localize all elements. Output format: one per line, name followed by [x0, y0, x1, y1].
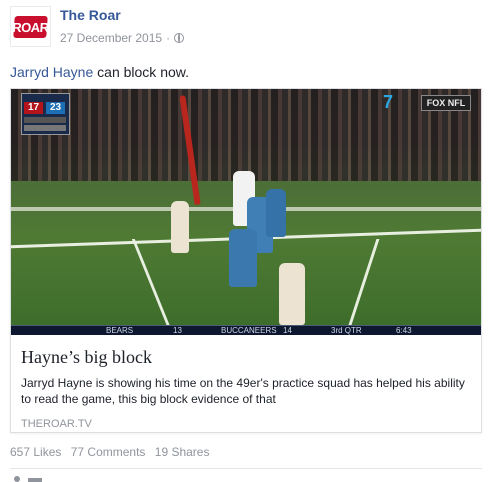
ticker-clock: 6:43 — [396, 326, 412, 335]
post-meta: 27 December 2015 · — [60, 31, 185, 45]
likes-count[interactable]: 657 Likes — [10, 445, 61, 459]
scoreboard-row — [24, 117, 66, 123]
share-icon — [14, 476, 20, 482]
link-preview-body[interactable]: Hayne’s big block Jarryd Hayne is showin… — [11, 335, 481, 432]
player-figure — [266, 189, 286, 237]
link-description: Jarryd Hayne is showing his time on the … — [21, 376, 465, 406]
link-preview-card[interactable]: 17 23 7 FOX NFL BEARS 13 BUCCANEERS 14 3… — [10, 88, 482, 433]
scoreboard-row — [24, 125, 66, 131]
engagement-stats: 657 Likes 77 Comments 19 Shares — [10, 445, 215, 459]
scoreboard-overlay: 17 23 — [21, 93, 70, 135]
player-figure — [279, 263, 305, 325]
player-figure — [171, 201, 189, 253]
field-yard-line — [345, 239, 380, 334]
page-avatar[interactable]: ROAR — [10, 6, 51, 47]
player-figure — [229, 229, 257, 287]
post-date-link[interactable]: 27 December 2015 — [60, 31, 162, 45]
link-preview-image[interactable]: 17 23 7 FOX NFL BEARS 13 BUCCANEERS 14 3… — [11, 89, 481, 335]
crowd-background — [11, 89, 481, 181]
ticker-quarter: 3rd QTR — [331, 326, 362, 335]
shares-count[interactable]: 19 Shares — [155, 445, 210, 459]
page-name-link[interactable]: The Roar — [60, 7, 121, 23]
away-score: 23 — [46, 102, 65, 114]
divider — [10, 468, 482, 469]
the-roar-logo: ROAR — [12, 16, 49, 38]
link-domain: THEROAR.TV — [21, 418, 92, 430]
share-label-cut-off — [28, 478, 42, 482]
field-yard-line — [131, 239, 174, 334]
mention-link[interactable]: Jarryd Hayne — [10, 64, 93, 80]
fox-nfl-logo: FOX NFL — [421, 95, 471, 111]
ticker-score: 14 — [283, 326, 292, 335]
link-title[interactable]: Hayne’s big block — [21, 347, 152, 368]
meta-separator: · — [166, 31, 171, 45]
ticker-team: BEARS — [106, 326, 134, 335]
post-text: Jarryd Hayne can block now. — [10, 64, 189, 80]
comments-count[interactable]: 77 Comments — [71, 445, 146, 459]
ticker-score: 13 — [173, 326, 182, 335]
ticker-team: BUCCANEERS — [221, 326, 277, 335]
post-text-body: can block now. — [93, 64, 189, 80]
score-ticker: BEARS 13 BUCCANEERS 14 3rd QTR 6:43 — [11, 325, 481, 335]
home-score: 17 — [24, 102, 43, 114]
globe-icon[interactable] — [174, 33, 185, 43]
channel-seven-logo: 7 — [383, 92, 394, 112]
